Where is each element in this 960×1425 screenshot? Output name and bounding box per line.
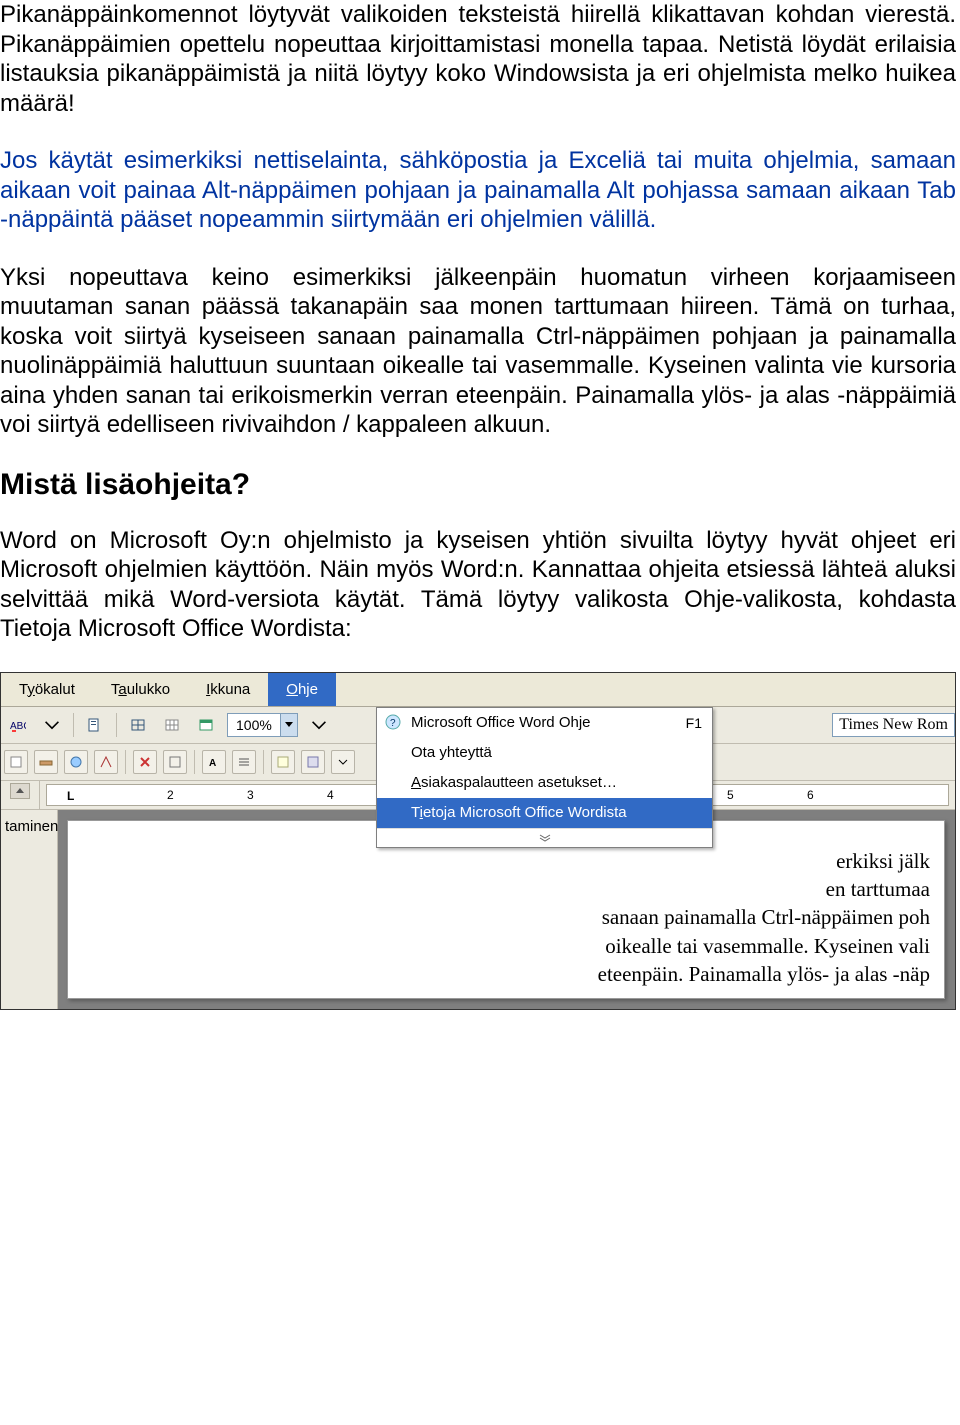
menu-item-label: Asiakaspalautteen asetukset… xyxy=(411,774,617,791)
heading-more-help: Mistä lisäohjeita? xyxy=(0,468,956,502)
insert-table-icon[interactable] xyxy=(159,712,185,738)
insert-worksheet-icon[interactable] xyxy=(193,712,219,738)
tool-icon[interactable]: A xyxy=(202,750,226,774)
toolbar-separator xyxy=(116,713,117,737)
menu-item-label: Microsoft Office Word Ohje xyxy=(411,714,591,731)
research-icon[interactable] xyxy=(82,712,108,738)
paragraph-4: Word on Microsoft Oy:n ohjelmisto ja kys… xyxy=(0,526,956,644)
tool-icon[interactable] xyxy=(232,750,256,774)
menu-item-label: Ota yhteyttä xyxy=(411,744,492,761)
ruler-number: 3 xyxy=(247,788,254,802)
word-menubar: Työkalut Taulukko Ikkuna Ohje xyxy=(1,673,955,707)
doc-text-line: oikealle tai vasemmalle. Kyseinen vali xyxy=(82,932,930,960)
menu-item-word-help[interactable]: ? Microsoft Office Word Ohje F1 xyxy=(377,708,712,738)
toolbar-dropdown-arrow-icon[interactable] xyxy=(331,750,355,774)
menu-item-shortcut: F1 xyxy=(666,715,702,731)
svg-text:?: ? xyxy=(390,718,396,729)
toolbar-separator xyxy=(73,713,74,737)
menu-tools[interactable]: Työkalut xyxy=(1,673,93,706)
menu-item-contact[interactable]: Ota yhteyttä xyxy=(377,738,712,768)
outline-label: taminen xyxy=(5,818,58,835)
tool-icon[interactable] xyxy=(301,750,325,774)
menu-help[interactable]: Ohje xyxy=(268,673,336,706)
paragraph-3: Yksi nopeuttava keino esimerkiksi jälkee… xyxy=(0,263,956,440)
toolbar-dropdown-arrow-icon[interactable] xyxy=(39,712,65,738)
tool-icon[interactable] xyxy=(94,750,118,774)
word-toolbar-standard: ABC 100% xyxy=(1,707,955,744)
zoom-combobox[interactable]: 100% xyxy=(227,713,298,737)
tool-icon[interactable] xyxy=(271,750,295,774)
ruler-number: 5 xyxy=(727,788,734,802)
toolbar-separator xyxy=(125,750,126,774)
menu-table[interactable]: Taulukko xyxy=(93,673,188,706)
toolbar-separator xyxy=(194,750,195,774)
ruler-number: 6 xyxy=(807,788,814,802)
toolbar-separator xyxy=(263,750,264,774)
menu-expand-chevron-icon[interactable] xyxy=(377,828,712,847)
ruler-number: 4 xyxy=(327,788,334,802)
tool-icon[interactable] xyxy=(133,750,157,774)
ruler-tab-marker: L xyxy=(67,789,74,803)
tables-borders-icon[interactable] xyxy=(125,712,151,738)
ruler-number: 2 xyxy=(167,788,174,802)
zoom-dropdown-arrow-icon[interactable] xyxy=(280,714,297,736)
vertical-scroll-buttons xyxy=(1,781,40,809)
zoom-value: 100% xyxy=(228,717,280,733)
help-bubble-icon: ? xyxy=(383,713,403,733)
paragraph-2-highlighted: Jos käytät esimerkiksi nettiselainta, sä… xyxy=(0,146,956,235)
word-screenshot: Työkalut Taulukko Ikkuna Ohje ABC xyxy=(0,672,956,1011)
toolbar-dropdown-arrow-icon[interactable] xyxy=(306,712,332,738)
font-combobox[interactable]: Times New Rom xyxy=(832,713,955,737)
tool-icon[interactable] xyxy=(64,750,88,774)
outline-pane-fragment: taminen xyxy=(1,810,58,1010)
scroll-up-arrow-icon[interactable] xyxy=(10,783,30,799)
help-dropdown-menu: ? Microsoft Office Word Ohje F1 Ota yhte… xyxy=(376,707,713,848)
paragraph-1: Pikanäppäinkomennot löytyvät valikoiden … xyxy=(0,0,956,118)
tool-icon[interactable] xyxy=(34,750,58,774)
svg-text:A: A xyxy=(209,758,216,769)
tool-icon[interactable] xyxy=(163,750,187,774)
menu-item-about-word[interactable]: Tietoja Microsoft Office Wordista xyxy=(377,798,712,828)
doc-text-line: sanaan painamalla Ctrl-näppäimen poh xyxy=(82,903,930,931)
doc-text-line: eteenpäin. Painamalla ylös- ja alas -näp xyxy=(82,960,930,988)
tool-icon[interactable] xyxy=(4,750,28,774)
menu-item-label: Tietoja Microsoft Office Wordista xyxy=(411,804,627,821)
menu-window[interactable]: Ikkuna xyxy=(188,673,268,706)
doc-text-line: en tarttumaa xyxy=(82,875,930,903)
spellcheck-icon[interactable]: ABC xyxy=(5,712,31,738)
doc-text-line: erkiksi jälk xyxy=(82,847,930,875)
menu-item-feedback-settings[interactable]: Asiakaspalautteen asetukset… xyxy=(377,768,712,798)
font-name: Times New Rom xyxy=(839,716,948,734)
